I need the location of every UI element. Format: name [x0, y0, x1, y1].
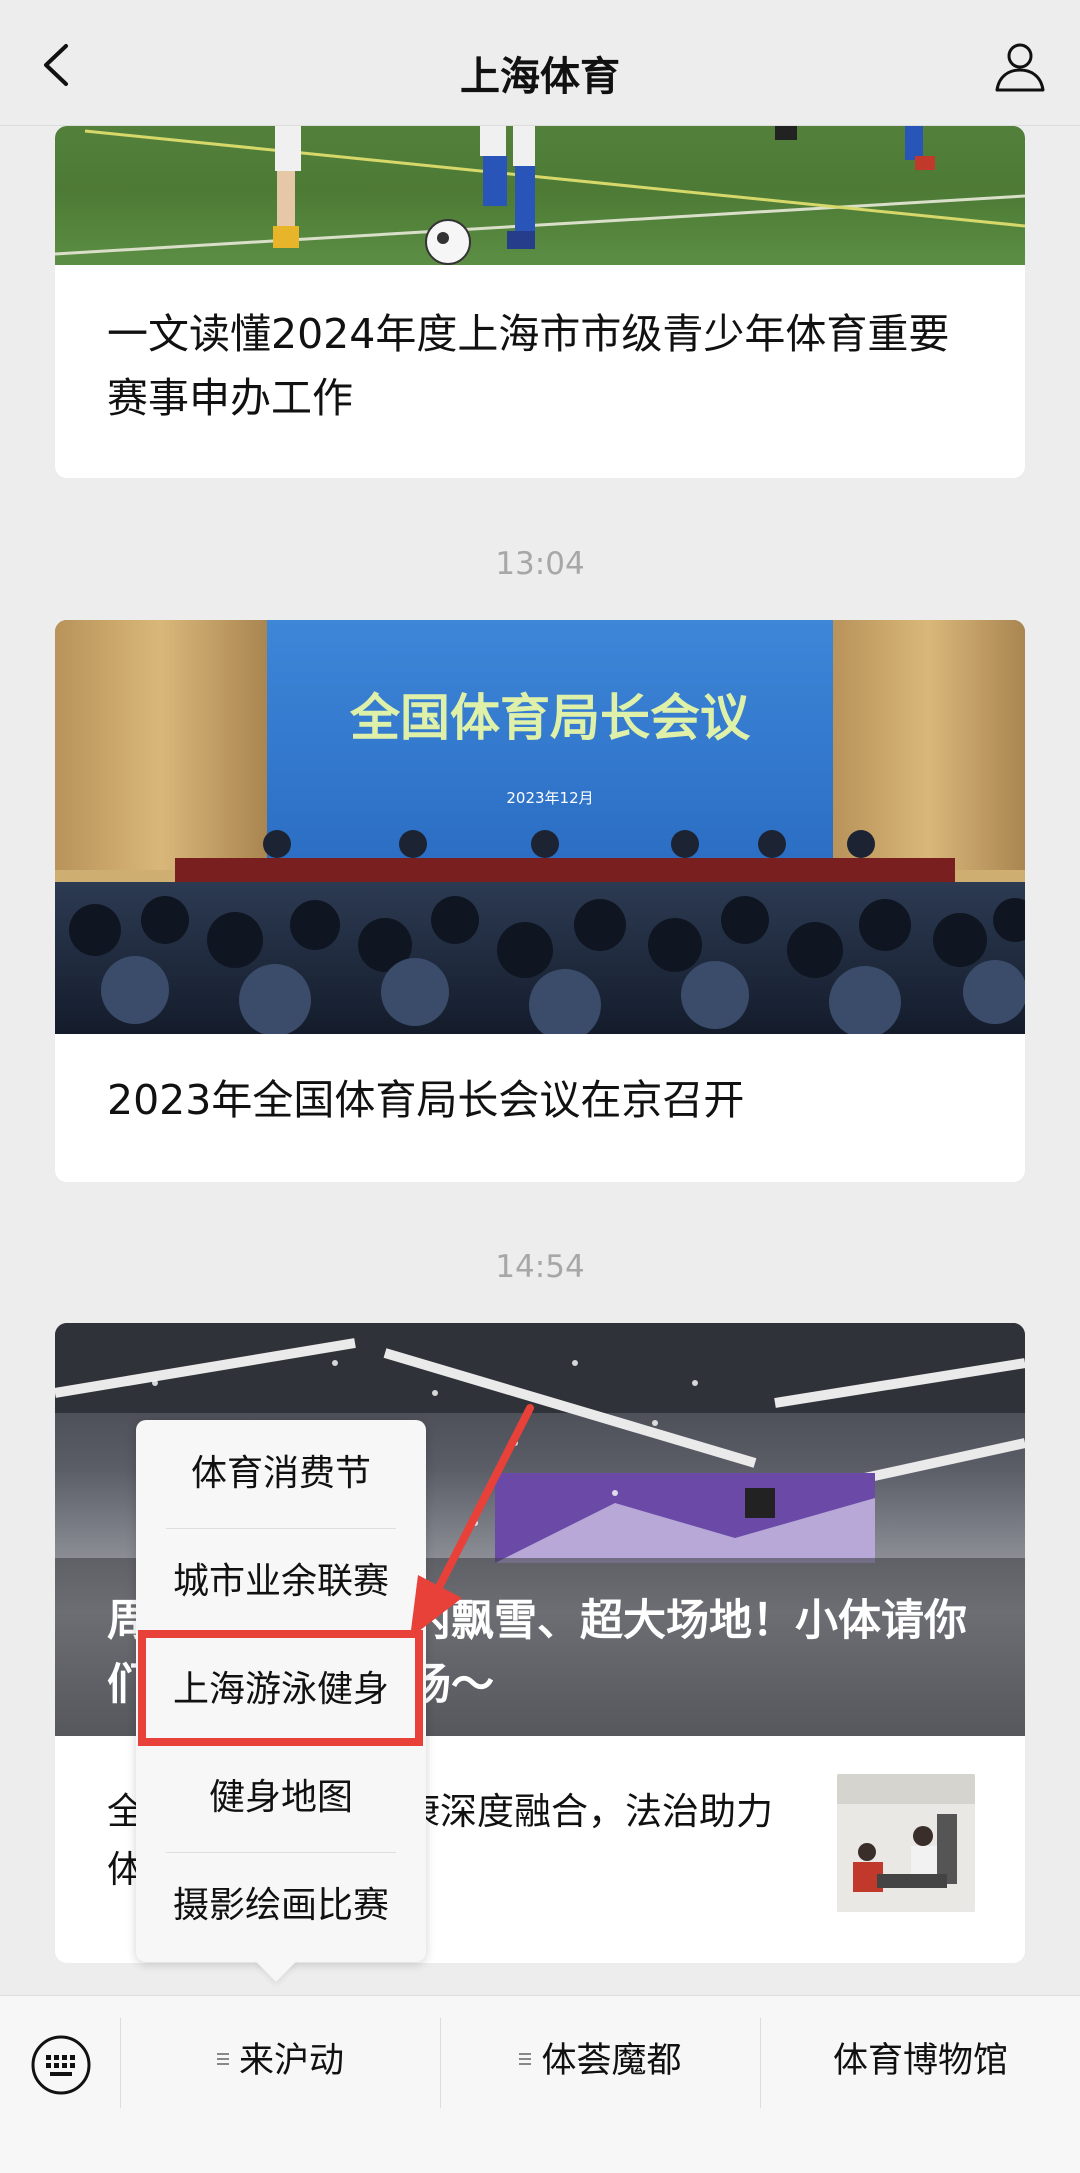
- timestamp: 14:54: [495, 1249, 585, 1285]
- top-nav-bar: 上海体育: [0, 0, 1080, 126]
- red-arrow-icon: [410, 1404, 534, 1638]
- article-caption: 2023年全国体育局长会议在京召开: [107, 1076, 745, 1124]
- submenu-item-sports-consumption-festival[interactable]: 体育消费节: [136, 1420, 426, 1528]
- article-image-football: [55, 126, 1025, 265]
- timestamp: 13:04: [495, 546, 585, 582]
- svg-text:2023年12月: 2023年12月: [506, 789, 593, 807]
- menu-tab-label: 体荟魔都: [541, 2041, 682, 2081]
- article-card-1[interactable]: 一文读懂2024年度上海市市级青少年体育重要赛事申办工作: [55, 126, 1025, 478]
- bottom-menu-bar: 来沪动 体荟魔都 体育博物馆: [0, 1995, 1080, 2173]
- submenu-item-fitness-map[interactable]: 健身地图: [136, 1744, 426, 1852]
- svg-text:全国体育局长会议: 全国体育局长会议: [349, 688, 751, 747]
- submenu-item-photo-painting-contest[interactable]: 摄影绘画比赛: [136, 1852, 426, 1960]
- submenu-indicator-icon: [519, 2050, 532, 2068]
- article-card-2[interactable]: 全国体育局长会议 2023年12月 2023年全国体育局长会议在京召开: [55, 620, 1025, 1182]
- keyboard-icon[interactable]: [30, 2034, 92, 2096]
- highlight-box: [138, 1630, 423, 1746]
- menu-tab-label: 来沪动: [238, 2041, 344, 2081]
- menu-tab-ti-hui-mo-du[interactable]: 体荟魔都: [441, 1996, 760, 2126]
- person-icon[interactable]: [992, 38, 1048, 94]
- article-caption: 一文读懂2024年度上海市市级青少年体育重要赛事申办工作: [107, 310, 950, 422]
- menu-tab-label: 体育博物馆: [832, 2041, 1008, 2081]
- article-image-conference: 全国体育局长会议 2023年12月: [55, 620, 1025, 1034]
- menu-tab-lai-hu-dong[interactable]: 来沪动: [121, 1996, 440, 2126]
- menu-tab-sports-museum[interactable]: 体育博物馆: [761, 1996, 1080, 2126]
- article-thumbnail[interactable]: [837, 1774, 975, 1912]
- submenu-indicator-icon: [216, 2050, 229, 2068]
- submenu-item-city-amateur-league[interactable]: 城市业余联赛: [136, 1528, 426, 1636]
- page-title: 上海体育: [460, 54, 620, 100]
